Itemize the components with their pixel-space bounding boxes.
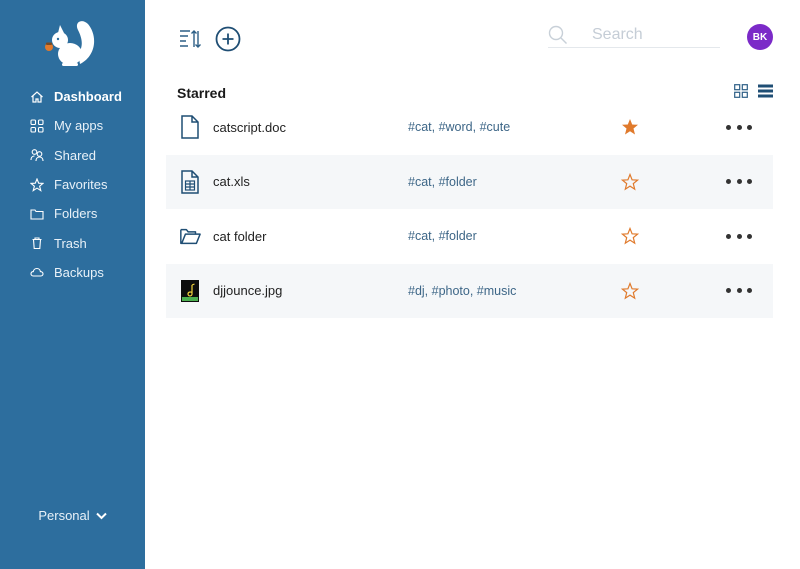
open-folder-icon bbox=[179, 224, 201, 248]
file-name: djjounce.jpg bbox=[213, 283, 283, 299]
sidebar-item-label: Backups bbox=[54, 264, 104, 280]
star-outline-icon[interactable] bbox=[621, 281, 639, 300]
grid-view-button[interactable] bbox=[734, 84, 748, 98]
file-list: catscript.doc #cat, #word, #cute cat.xls… bbox=[166, 100, 773, 318]
sidebar-item-trash[interactable]: Trash bbox=[0, 228, 145, 257]
file-tags: #cat, #word, #cute bbox=[408, 120, 511, 135]
file-row[interactable]: catscript.doc #cat, #word, #cute bbox=[166, 100, 773, 155]
file-name: cat folder bbox=[213, 228, 267, 244]
file-name: cat.xls bbox=[213, 174, 250, 190]
sidebar-item-shared[interactable]: Shared bbox=[0, 141, 145, 170]
file-row[interactable]: cat folder #cat, #folder bbox=[166, 209, 773, 264]
star-outline-icon[interactable] bbox=[621, 227, 639, 245]
chevron-down-icon bbox=[95, 512, 107, 519]
file-row[interactable]: djjounce.jpg #dj, #photo, #music bbox=[166, 263, 773, 318]
file-tags: #dj, #photo, #music bbox=[408, 283, 517, 298]
sidebar-item-backups[interactable]: Backups bbox=[0, 258, 145, 287]
sidebar-item-label: Folders bbox=[54, 206, 98, 222]
more-options-icon[interactable] bbox=[726, 231, 752, 241]
more-options-icon[interactable] bbox=[726, 122, 752, 132]
file-name: catscript.doc bbox=[213, 119, 286, 135]
sidebar-item-label: My apps bbox=[54, 118, 104, 134]
apps-icon bbox=[30, 119, 44, 133]
add-circle-icon bbox=[215, 26, 241, 52]
file-tags: #cat, #folder bbox=[408, 174, 477, 189]
cloud-icon bbox=[30, 265, 44, 279]
file-row[interactable]: cat.xls #cat, #folder bbox=[166, 154, 773, 209]
search-icon[interactable] bbox=[548, 25, 568, 45]
list-icon bbox=[758, 84, 773, 98]
sidebar-nav: Dashboard My apps Shared Favorites Folde… bbox=[0, 82, 145, 287]
spreadsheet-icon bbox=[179, 170, 201, 194]
sidebar-item-my-apps[interactable]: My apps bbox=[0, 111, 145, 140]
star-filled-icon[interactable] bbox=[621, 118, 639, 136]
trash-icon bbox=[30, 236, 44, 250]
sidebar-item-dashboard[interactable]: Dashboard bbox=[0, 82, 145, 111]
workspace-switcher[interactable]: Personal bbox=[0, 508, 145, 523]
search-input[interactable] bbox=[592, 25, 712, 44]
grid-icon bbox=[734, 84, 748, 98]
squirrel-logo[interactable] bbox=[40, 16, 96, 68]
sidebar-item-label: Trash bbox=[54, 235, 87, 251]
file-tags: #cat, #folder bbox=[408, 229, 477, 244]
shared-icon bbox=[30, 148, 44, 162]
sidebar-item-label: Favorites bbox=[54, 177, 108, 193]
document-icon bbox=[179, 115, 201, 139]
list-view-button[interactable] bbox=[758, 84, 773, 98]
more-options-icon[interactable] bbox=[726, 177, 752, 187]
star-icon bbox=[30, 177, 44, 192]
more-options-icon[interactable] bbox=[726, 286, 752, 296]
avatar[interactable]: BK bbox=[747, 24, 773, 50]
home-icon bbox=[30, 90, 44, 104]
star-outline-icon[interactable] bbox=[621, 172, 639, 191]
sidebar-item-label: Dashboard bbox=[54, 89, 122, 105]
sidebar: Dashboard My apps Shared Favorites Folde… bbox=[0, 0, 145, 569]
add-button[interactable] bbox=[215, 26, 241, 52]
workspace-label: Personal bbox=[38, 508, 90, 523]
sidebar-item-folders[interactable]: Folders bbox=[0, 199, 145, 228]
section-title: Starred bbox=[177, 85, 227, 101]
sort-button[interactable] bbox=[178, 27, 202, 51]
folder-icon bbox=[30, 207, 44, 221]
sidebar-item-label: Shared bbox=[54, 147, 96, 163]
image-thumbnail bbox=[179, 279, 201, 303]
sidebar-item-favorites[interactable]: Favorites bbox=[0, 170, 145, 199]
search-bar bbox=[548, 22, 720, 48]
sort-icon bbox=[180, 30, 201, 48]
